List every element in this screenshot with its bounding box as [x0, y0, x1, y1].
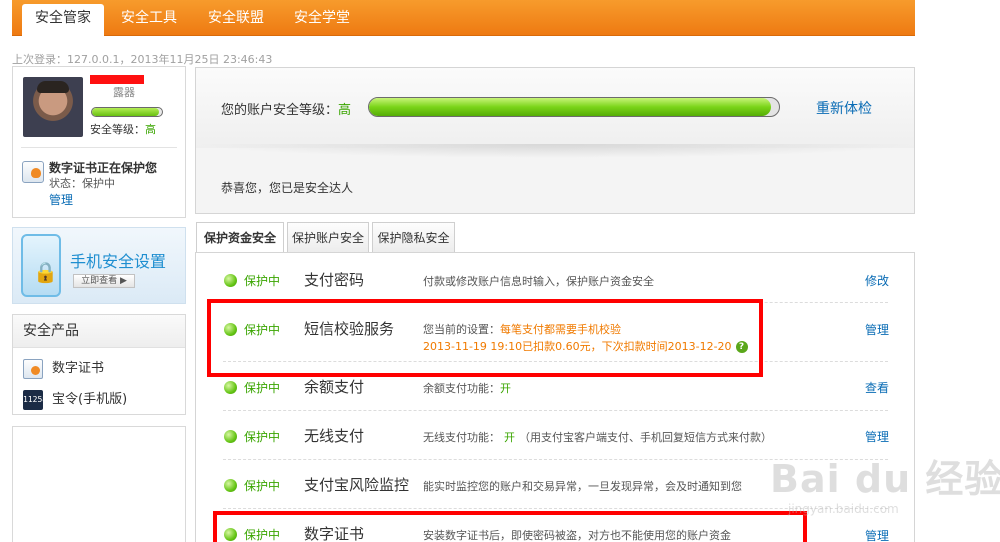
nav-tab-security-manager[interactable]: 安全管家: [22, 4, 104, 36]
view-balance-link[interactable]: 查看: [865, 379, 889, 396]
status-dot-icon: [224, 381, 237, 394]
account-security-bar: [368, 97, 780, 117]
top-nav: 安全管家 安全工具 安全联盟 安全学堂: [12, 0, 915, 36]
nav-tab-security-tools[interactable]: 安全工具: [109, 0, 189, 36]
certificate-icon: [23, 358, 43, 379]
row-status: 保护中: [244, 274, 281, 288]
row-title-risk-monitor: 支付宝风险监控: [304, 476, 410, 494]
security-level-text: 安全等级：: [90, 123, 145, 136]
security-level-label: 安全等级：高: [90, 121, 156, 137]
account-security-level-value: 高: [338, 103, 352, 118]
row-desc-prefix: 无线支付功能：: [423, 431, 500, 444]
security-level-value: 高: [145, 123, 156, 136]
manage-sms-link[interactable]: 管理: [865, 321, 889, 338]
product-item-token[interactable]: 11258 宝令(手机版): [23, 388, 127, 410]
lock-icon: 🔒: [33, 260, 58, 284]
recheck-link[interactable]: 重新体检: [816, 98, 872, 118]
security-level-bar: [91, 107, 163, 117]
account-security-level-label: 您的账户安全等级：高: [221, 99, 351, 118]
account-security-level-text: 您的账户安全等级：: [221, 103, 339, 118]
nav-tab-security-school[interactable]: 安全学堂: [282, 0, 362, 36]
view-now-button[interactable]: 立即查看 ▶: [73, 274, 135, 288]
product-label: 数字证书: [52, 361, 105, 376]
cert-manage-link[interactable]: 管理: [49, 191, 73, 208]
status-dot-icon: [224, 274, 237, 287]
row-desc: 付款或修改账户信息时输入，保护账户资金安全: [423, 275, 654, 288]
baidu-watermark: Bai du 经验 jingyan.baidu.com: [764, 428, 1000, 542]
row-divider: [223, 410, 888, 411]
last-login-info: 上次登录：127.0.0.1，2013年11月25日 23:46:43: [12, 53, 273, 66]
watermark-url: jingyan.baidu.com: [788, 502, 899, 516]
tab-protect-funds[interactable]: 保护资金安全: [196, 222, 284, 254]
row-desc: 无线支付功能： 开 （用支付宝客户端支付、手机回复短信方式来付款）: [423, 429, 772, 445]
watermark-logo: Bai du 经验: [770, 457, 1000, 501]
token-icon: 11258: [23, 389, 47, 410]
row-desc-suffix: （用支付宝客户端支付、手机回复短信方式来付款）: [519, 431, 772, 444]
highlight-box-sms: [207, 299, 763, 377]
row-status: 保护中: [244, 381, 281, 395]
account-security-fill: [369, 98, 771, 116]
nav-tab-security-alliance[interactable]: 安全联盟: [195, 0, 277, 36]
cert-status: 状态：保护中: [49, 177, 115, 190]
security-products-panel: 安全产品 数字证书 11258 宝令(手机版): [12, 314, 186, 415]
status-dot-icon: [224, 430, 237, 443]
phone-icon: 🔒: [21, 234, 61, 297]
cert-protect-title: 数字证书正在保护您: [49, 161, 158, 175]
phone-security-promo[interactable]: 🔒 手机安全设置 立即查看 ▶: [12, 227, 186, 304]
product-label: 宝令(手机版): [52, 392, 128, 407]
products-title: 安全产品: [13, 315, 185, 348]
username-fragment: 露器: [113, 86, 135, 99]
row-desc-prefix: 余额支付功能：: [423, 382, 500, 395]
congrats-text: 恭喜您，您已是安全达人: [221, 181, 354, 195]
product-item-certificate[interactable]: 数字证书: [23, 357, 104, 379]
row-desc-value: 开: [504, 431, 515, 444]
row-desc-value: 开: [500, 382, 511, 395]
row-status: 保护中: [244, 430, 281, 444]
modify-payment-password-link[interactable]: 修改: [865, 272, 889, 289]
row-status: 保护中: [244, 479, 281, 493]
row-title-payment-password: 支付密码: [304, 271, 365, 289]
safety-header-shine: [196, 144, 914, 158]
status-dot-icon: [224, 479, 237, 492]
avatar[interactable]: [23, 77, 83, 137]
tab-protect-privacy[interactable]: 保护隐私安全: [372, 222, 455, 253]
highlight-box-certificate: [213, 511, 807, 542]
profile-panel: 露器 安全等级：高 数字证书正在保护您 状态：保护中 管理: [12, 66, 186, 218]
row-desc: 余额支付功能：开: [423, 380, 511, 396]
row-desc: 能实时监控您的账户和交易异常，一旦发现异常，会及时通知到您: [423, 480, 742, 493]
divider: [21, 147, 177, 148]
security-level-fill: [92, 108, 159, 116]
row-title-balance-payment: 余额支付: [304, 378, 365, 396]
certificate-icon: [22, 161, 44, 183]
redacted-username: [90, 75, 144, 84]
row-title-wireless-payment: 无线支付: [304, 427, 365, 445]
empty-panel: [12, 426, 186, 542]
promo-title: 手机安全设置: [70, 252, 167, 271]
tab-protect-account[interactable]: 保护账户安全: [287, 222, 369, 253]
account-safety-panel: 您的账户安全等级：高 重新体检 恭喜您，您已是安全达人: [195, 67, 915, 214]
